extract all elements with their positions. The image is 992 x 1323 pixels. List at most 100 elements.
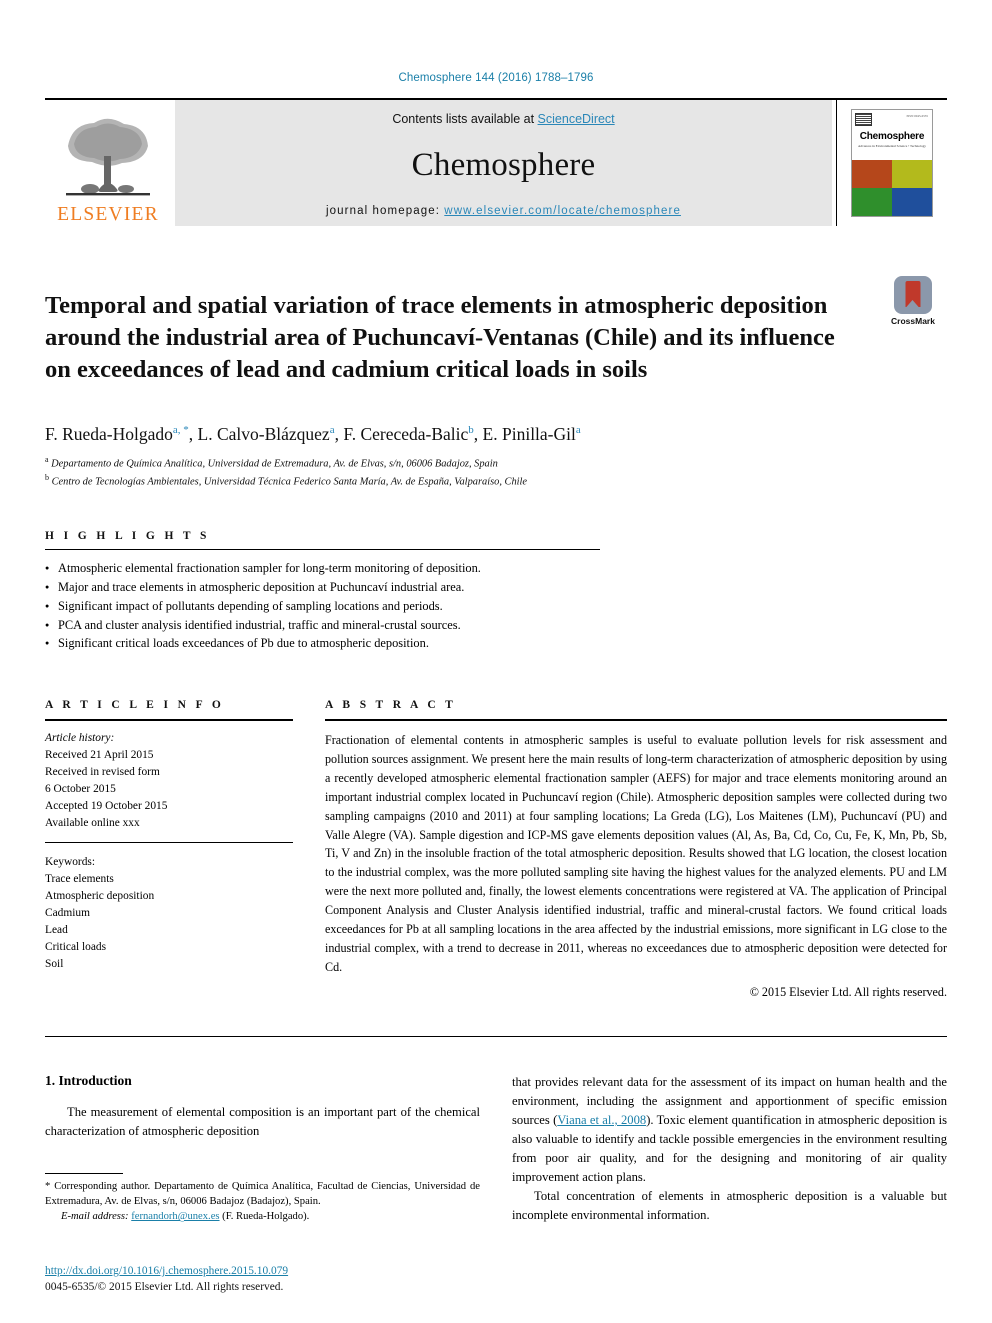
affiliation-text: Centro de Tecnologías Ambientales, Unive… — [51, 476, 528, 488]
author-list: F. Rueda-Holgadoa, *, L. Calvo-Blázqueza… — [45, 424, 581, 445]
author-name: F. Cereceda-Balic — [343, 424, 469, 445]
cover-journal-title: Chemosphere — [859, 131, 925, 142]
crossmark-icon — [894, 276, 932, 314]
cover-swatch-3 — [852, 188, 892, 216]
keyword-item: Trace elements — [45, 873, 114, 886]
journal-title: Chemosphere — [411, 147, 596, 183]
abstract-heading: A B S T R A C T — [325, 699, 457, 712]
keyword-item: Soil — [45, 957, 64, 970]
author-name: E. Pinilla-Gil — [482, 424, 576, 445]
history-line: Accepted 19 October 2015 — [45, 799, 168, 812]
history-line: Received 21 April 2015 — [45, 749, 154, 762]
email-label: E-mail address: — [61, 1211, 129, 1223]
paper-page: Chemosphere 144 (2016) 1788–1796 ELSEVIE… — [0, 0, 992, 1323]
author-affiliation-mark: a — [329, 424, 335, 437]
title-row: Temporal and spatial variation of trace … — [45, 274, 947, 402]
abstract-text: Fractionation of elemental contents in a… — [325, 733, 947, 974]
journal-homepage-line: journal homepage: www.elsevier.com/locat… — [326, 205, 681, 217]
cover-swatch-4 — [892, 188, 932, 216]
elsevier-tree-icon — [60, 116, 156, 204]
keyword-item: Atmospheric deposition — [45, 890, 155, 903]
cover-top: ISSN 0045-6535 Chemosphere Advances in E… — [852, 110, 932, 160]
contents-prefix: Contents lists available at — [392, 112, 538, 126]
email-owner: (F. Rueda-Holgado). — [219, 1211, 310, 1223]
body-paragraph: that provides relevant data for the asse… — [512, 1073, 947, 1186]
right-column: that provides relevant data for the asse… — [512, 1073, 947, 1224]
author-name: F. Rueda-Holgado — [45, 424, 173, 445]
cover-swatch-1 — [852, 160, 892, 188]
cover-elsevier-icon — [855, 113, 872, 126]
article-info-heading: A R T I C L E I N F O — [45, 699, 225, 712]
abstract-rule — [325, 719, 947, 722]
author-affiliation-mark: b — [468, 424, 474, 437]
author-affiliation-mark: a — [575, 424, 581, 437]
cover-issn-code: ISSN 0045-6535 — [906, 114, 928, 118]
contents-available-line: Contents lists available at ScienceDirec… — [392, 112, 614, 126]
left-column: 1. Introduction The measurement of eleme… — [45, 1073, 480, 1224]
journal-cover-container: ISSN 0045-6535 Chemosphere Advances in E… — [836, 100, 947, 226]
elsevier-logo: ELSEVIER — [45, 100, 171, 226]
email-link[interactable]: fernandorh@unex.es — [131, 1211, 219, 1222]
cover-journal-subtitle: Advances in Environmental Science • Tech… — [857, 144, 927, 148]
intro-heading: 1. Introduction — [45, 1073, 132, 1089]
keyword-item: Cadmium — [45, 907, 90, 920]
doi-link[interactable]: http://dx.doi.org/10.1016/j.chemosphere.… — [45, 1265, 288, 1277]
body-columns: 1. Introduction The measurement of eleme… — [45, 1073, 947, 1224]
affiliation-text: Departamento de Química Analítica, Unive… — [51, 458, 498, 470]
highlights-list: Atmospheric elemental fractionation samp… — [45, 559, 600, 653]
abstract-copyright: © 2015 Elsevier Ltd. All rights reserved… — [749, 985, 947, 1000]
intro-paragraph: The measurement of elemental composition… — [45, 1105, 480, 1139]
article-info-section: A R T I C L E I N F O Article history: R… — [45, 699, 293, 1000]
affiliation-mark: b — [45, 473, 49, 483]
journal-masthead: ELSEVIER Contents lists available at Sci… — [45, 98, 947, 226]
email-note: E-mail address: fernandorh@unex.es (F. R… — [45, 1209, 480, 1224]
citation-link[interactable]: Viana et al., 2008 — [557, 1113, 646, 1127]
article-history-label: Article history: — [45, 732, 115, 745]
corresponding-author-note: * Corresponding author. Departamento de … — [45, 1179, 480, 1209]
highlights-heading: H I G H L I G H T S — [45, 530, 210, 542]
history-line: Received in revised form — [45, 765, 160, 778]
article-info-rule — [45, 719, 293, 722]
sciencedirect-link[interactable]: ScienceDirect — [538, 112, 615, 126]
keyword-item: Critical loads — [45, 940, 107, 953]
page-title: Temporal and spatial variation of trace … — [45, 292, 835, 384]
affiliation-item: a Departamento de Química Analítica, Uni… — [45, 454, 947, 472]
info-abstract-row: A R T I C L E I N F O Article history: R… — [45, 699, 947, 1000]
journal-homepage-link[interactable]: www.elsevier.com/locate/chemosphere — [444, 205, 681, 217]
crossmark-shield-shape — [905, 281, 921, 308]
body-paragraph: Total concentration of elements in atmos… — [512, 1188, 947, 1222]
cover-image-grid — [852, 160, 932, 216]
keywords-label: Keywords: — [45, 856, 95, 869]
list-item: Significant impact of pollutants dependi… — [45, 597, 600, 616]
history-line: 6 October 2015 — [45, 782, 116, 795]
list-item: Significant critical loads exceedances o… — [45, 634, 600, 653]
keyword-item: Lead — [45, 923, 68, 936]
history-line: Available online xxx — [45, 816, 140, 829]
affiliation-list: a Departamento de Química Analítica, Uni… — [45, 454, 947, 490]
journal-banner: Contents lists available at ScienceDirec… — [175, 100, 832, 226]
doi-link-container: http://dx.doi.org/10.1016/j.chemosphere.… — [45, 1265, 288, 1277]
issn-copyright-line: 0045-6535/© 2015 Elsevier Ltd. All right… — [45, 1281, 284, 1293]
footnote-rule — [45, 1173, 123, 1175]
author-affiliation-mark: a, * — [172, 424, 189, 437]
section-separator — [45, 1036, 947, 1038]
affiliation-mark: a — [45, 455, 49, 465]
corresponding-text: Corresponding author. Departamento de Qu… — [45, 1181, 480, 1208]
keywords-block: Keywords: Trace elements Atmospheric dep… — [45, 842, 293, 972]
footnote-block: * Corresponding author. Departamento de … — [45, 1173, 480, 1224]
crossmark-label: CrossMark — [891, 316, 935, 326]
highlights-rule — [45, 549, 600, 550]
running-head: Chemosphere 144 (2016) 1788–1796 — [398, 72, 594, 84]
elsevier-wordmark: ELSEVIER — [57, 203, 159, 225]
article-history-block: Article history: Received 21 April 2015 … — [45, 730, 293, 831]
highlights-section: H I G H L I G H T S Atmospheric elementa… — [45, 530, 600, 653]
journal-cover-thumbnail: ISSN 0045-6535 Chemosphere Advances in E… — [851, 109, 933, 217]
list-item: PCA and cluster analysis identified indu… — [45, 616, 600, 635]
author-name: L. Calvo-Blázquez — [197, 424, 330, 445]
abstract-section: A B S T R A C T Fractionation of element… — [325, 699, 947, 1000]
cover-swatch-2 — [892, 160, 932, 188]
affiliation-item: b Centro de Tecnologías Ambientales, Uni… — [45, 472, 947, 490]
crossmark-badge[interactable]: CrossMark — [879, 276, 947, 326]
list-item: Atmospheric elemental fractionation samp… — [45, 559, 600, 578]
list-item: Major and trace elements in atmospheric … — [45, 578, 600, 597]
